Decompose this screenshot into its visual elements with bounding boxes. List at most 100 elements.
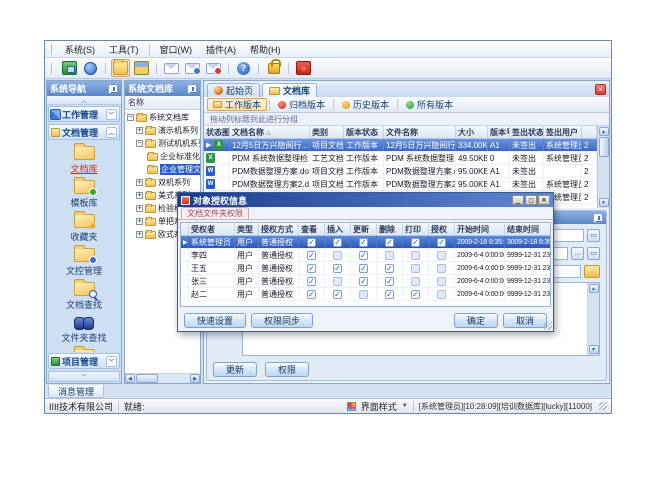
sidebar-item-文控管理[interactable]: 文控管理 xyxy=(47,246,121,280)
checkbox-unchecked[interactable] xyxy=(411,251,420,260)
permission-row-李四[interactable]: 李四用户普通授权✓✓2009-6-4 0:00:009999-12-31 23:… xyxy=(181,249,550,262)
minimize-icon[interactable]: _ xyxy=(512,195,524,205)
column-header-状态图[interactable]: 状态图 xyxy=(204,126,230,138)
tab-文档库[interactable]: 文档库 xyxy=(262,83,317,97)
scroll-left-icon[interactable]: ◀ xyxy=(125,374,135,383)
column-header-文档名称[interactable]: 文档名称△ xyxy=(230,126,310,138)
checkbox-checked[interactable]: ✓ xyxy=(359,251,368,260)
checkbox-checked[interactable]: ✓ xyxy=(359,277,368,286)
message-manager-tab[interactable]: 消息管理 xyxy=(48,385,104,398)
sidebar-group-project[interactable]: 项目管理 ﹀ xyxy=(48,353,120,369)
column-header-签出状态[interactable]: 签出状态 xyxy=(510,126,544,138)
expander-icon[interactable]: + xyxy=(136,192,143,199)
perm-column-header-结束时间[interactable]: 结束时间 xyxy=(505,223,551,235)
menu-item-3[interactable]: 窗口(W) xyxy=(153,42,200,57)
column-header-文件名称[interactable]: 文件名称 xyxy=(384,126,456,138)
cancel-button[interactable]: 取消 xyxy=(503,313,547,328)
resize-grip[interactable] xyxy=(599,402,607,410)
sidebar-item-模板库[interactable]: 模板库 xyxy=(47,178,121,212)
scroll-down-icon[interactable]: ▼ xyxy=(599,198,609,207)
perm-column-header-删除[interactable]: 删除 xyxy=(377,223,403,235)
version-tab-历史版本[interactable]: 历史版本 xyxy=(336,98,395,111)
scroll-down-icon[interactable]: ▼ xyxy=(589,345,599,354)
permission-row-系统管理员[interactable]: ▶系统管理员用户普通授权✓✓✓✓✓✓2009-2-18 8:35:573009-… xyxy=(181,236,550,249)
chevron-down-icon[interactable]: ▼ xyxy=(402,403,408,409)
chevron-down-icon[interactable]: ﹀ xyxy=(106,356,117,367)
permission-button[interactable]: 权限 xyxy=(265,362,309,377)
tree-node-演示机系列[interactable]: +演示机系列 xyxy=(125,124,200,137)
sidebar-item-文档库[interactable]: 文档库 xyxy=(47,144,121,178)
checkbox-unchecked[interactable] xyxy=(437,264,446,273)
ok-button[interactable]: 确定 xyxy=(454,313,498,328)
toolbar-button-help[interactable]: ? xyxy=(234,59,253,77)
checkbox-checked[interactable]: ✓ xyxy=(385,277,394,286)
sidebar-item-文件夹查找[interactable]: 文件夹查找 xyxy=(47,314,121,347)
checkbox-checked[interactable]: ✓ xyxy=(333,238,342,247)
column-header-版本状态[interactable]: 版本状态 xyxy=(344,126,384,138)
scroll-up-icon[interactable]: ▲ xyxy=(599,127,609,136)
dialog-title-bar[interactable]: 对象授权信息 _ □ × xyxy=(178,193,553,207)
tab-起始页[interactable]: 起始页 xyxy=(207,83,260,97)
checkbox-checked[interactable]: ✓ xyxy=(411,290,420,299)
quick-setup-button[interactable]: 快速设置 xyxy=(184,313,246,328)
folder-permission-tab[interactable]: 文档文件夹权限 xyxy=(181,207,249,219)
perm-column-header-受权者[interactable]: 受权者 xyxy=(189,223,235,235)
toolbar-button-lock[interactable] xyxy=(264,59,283,77)
menu-item-2[interactable]: 工具(T) xyxy=(102,42,146,57)
expander-icon[interactable]: − xyxy=(136,140,143,147)
tree-node-测试机机系列[interactable]: −测试机机系列 xyxy=(125,137,200,150)
tree-node-企业标准化文件[interactable]: 企业标准化文件 xyxy=(125,150,200,163)
permission-sync-button[interactable]: 权限同步 xyxy=(251,313,313,328)
column-header-date[interactable] xyxy=(582,126,597,138)
scrollbar-thumb[interactable] xyxy=(599,137,609,157)
file-row-PDM数据整理方案.doc[interactable]: WPDM数据整理方案.doc项目文档工作版本PDM数据整理方案.doc95.00… xyxy=(204,165,597,178)
sidebar-item-文档查找[interactable]: 文档查找 xyxy=(47,280,121,314)
perm-column-header-查看[interactable]: 查看 xyxy=(299,223,325,235)
browse-folder-icon[interactable] xyxy=(584,265,600,278)
version-tab-所有版本[interactable]: 所有版本 xyxy=(400,98,459,111)
expander-icon[interactable]: + xyxy=(136,231,143,238)
close-icon[interactable]: × xyxy=(538,195,550,205)
sidebar-more-strip[interactable]: ﹀ xyxy=(48,371,120,382)
checkbox-checked[interactable]: ✓ xyxy=(437,238,446,247)
scroll-up-icon[interactable]: ▲ xyxy=(589,284,599,293)
field-ellipsis-icon[interactable]: … xyxy=(571,247,584,260)
toolbar-button-folder-view[interactable] xyxy=(132,59,151,77)
toolbar-button-mail-send[interactable] xyxy=(183,59,202,77)
pin-icon[interactable] xyxy=(108,84,118,94)
checkbox-checked[interactable]: ✓ xyxy=(385,290,394,299)
permission-row-张三[interactable]: 张三用户普通授权✓✓✓2009-6-4 0:00:009999-12-31 23… xyxy=(181,275,550,288)
checkbox-unchecked[interactable] xyxy=(333,251,342,260)
expander-icon[interactable]: + xyxy=(136,179,143,186)
file-row-12月5日万兴隐阅行...[interactable]: ▶X12月5日万兴隐阅行...项目文档工作版本12月5日万兴隐阅行...334.… xyxy=(204,139,597,152)
checkbox-unchecked[interactable] xyxy=(411,277,420,286)
perm-column-header-插入[interactable]: 插入 xyxy=(325,223,351,235)
tree-horizontal-scrollbar[interactable]: ◀ ▶ xyxy=(125,373,200,383)
toolbar-button-mail[interactable] xyxy=(162,59,181,77)
scroll-right-icon[interactable]: ▶ xyxy=(190,374,200,383)
tree-node-企业管理文件[interactable]: 企业管理文件 xyxy=(125,163,200,176)
menubar-grip[interactable] xyxy=(51,44,54,55)
file-row-PDM 系统数据整理检...[interactable]: XPDM 系统数据整理检...工艺文档工作版本PDM 系统数据整理...49.5… xyxy=(204,152,597,165)
column-header-大小[interactable]: 大小 xyxy=(456,126,488,138)
toolbar-button-open-folder[interactable] xyxy=(111,59,130,77)
menu-item-5[interactable]: 帮助(H) xyxy=(243,42,288,57)
file-row-PDM数据整理方案2.doc[interactable]: WPDM数据整理方案2.doc项目文档工作版本PDM数据整理方案2.doc95.… xyxy=(204,178,597,191)
sidebar-collapse-strip[interactable]: ︿ xyxy=(47,96,121,105)
menu-item-1[interactable]: 系统(S) xyxy=(58,42,102,57)
checkbox-unchecked[interactable] xyxy=(437,277,446,286)
sidebar-group-doc[interactable]: 文档管理 ︿ xyxy=(48,124,120,140)
column-header-签出用户[interactable]: 签出用户 xyxy=(544,126,582,138)
field-button-icon[interactable]: ▭ xyxy=(587,247,600,260)
file-list-vertical-scrollbar[interactable]: ▲ ▼ xyxy=(597,126,609,208)
checkbox-unchecked[interactable] xyxy=(359,290,368,299)
update-button[interactable]: 更新 xyxy=(213,362,257,377)
expander-icon[interactable]: − xyxy=(127,114,134,121)
tree-node-系统文档库[interactable]: −系统文档库 xyxy=(125,111,200,124)
checkbox-checked[interactable]: ✓ xyxy=(359,238,368,247)
remark-scrollbar[interactable]: ▲ ▼ xyxy=(587,283,599,355)
expander-icon[interactable]: + xyxy=(136,218,143,225)
checkbox-checked[interactable]: ✓ xyxy=(359,264,368,273)
checkbox-checked[interactable]: ✓ xyxy=(307,264,316,273)
chevron-down-icon[interactable]: ﹀ xyxy=(106,109,117,120)
